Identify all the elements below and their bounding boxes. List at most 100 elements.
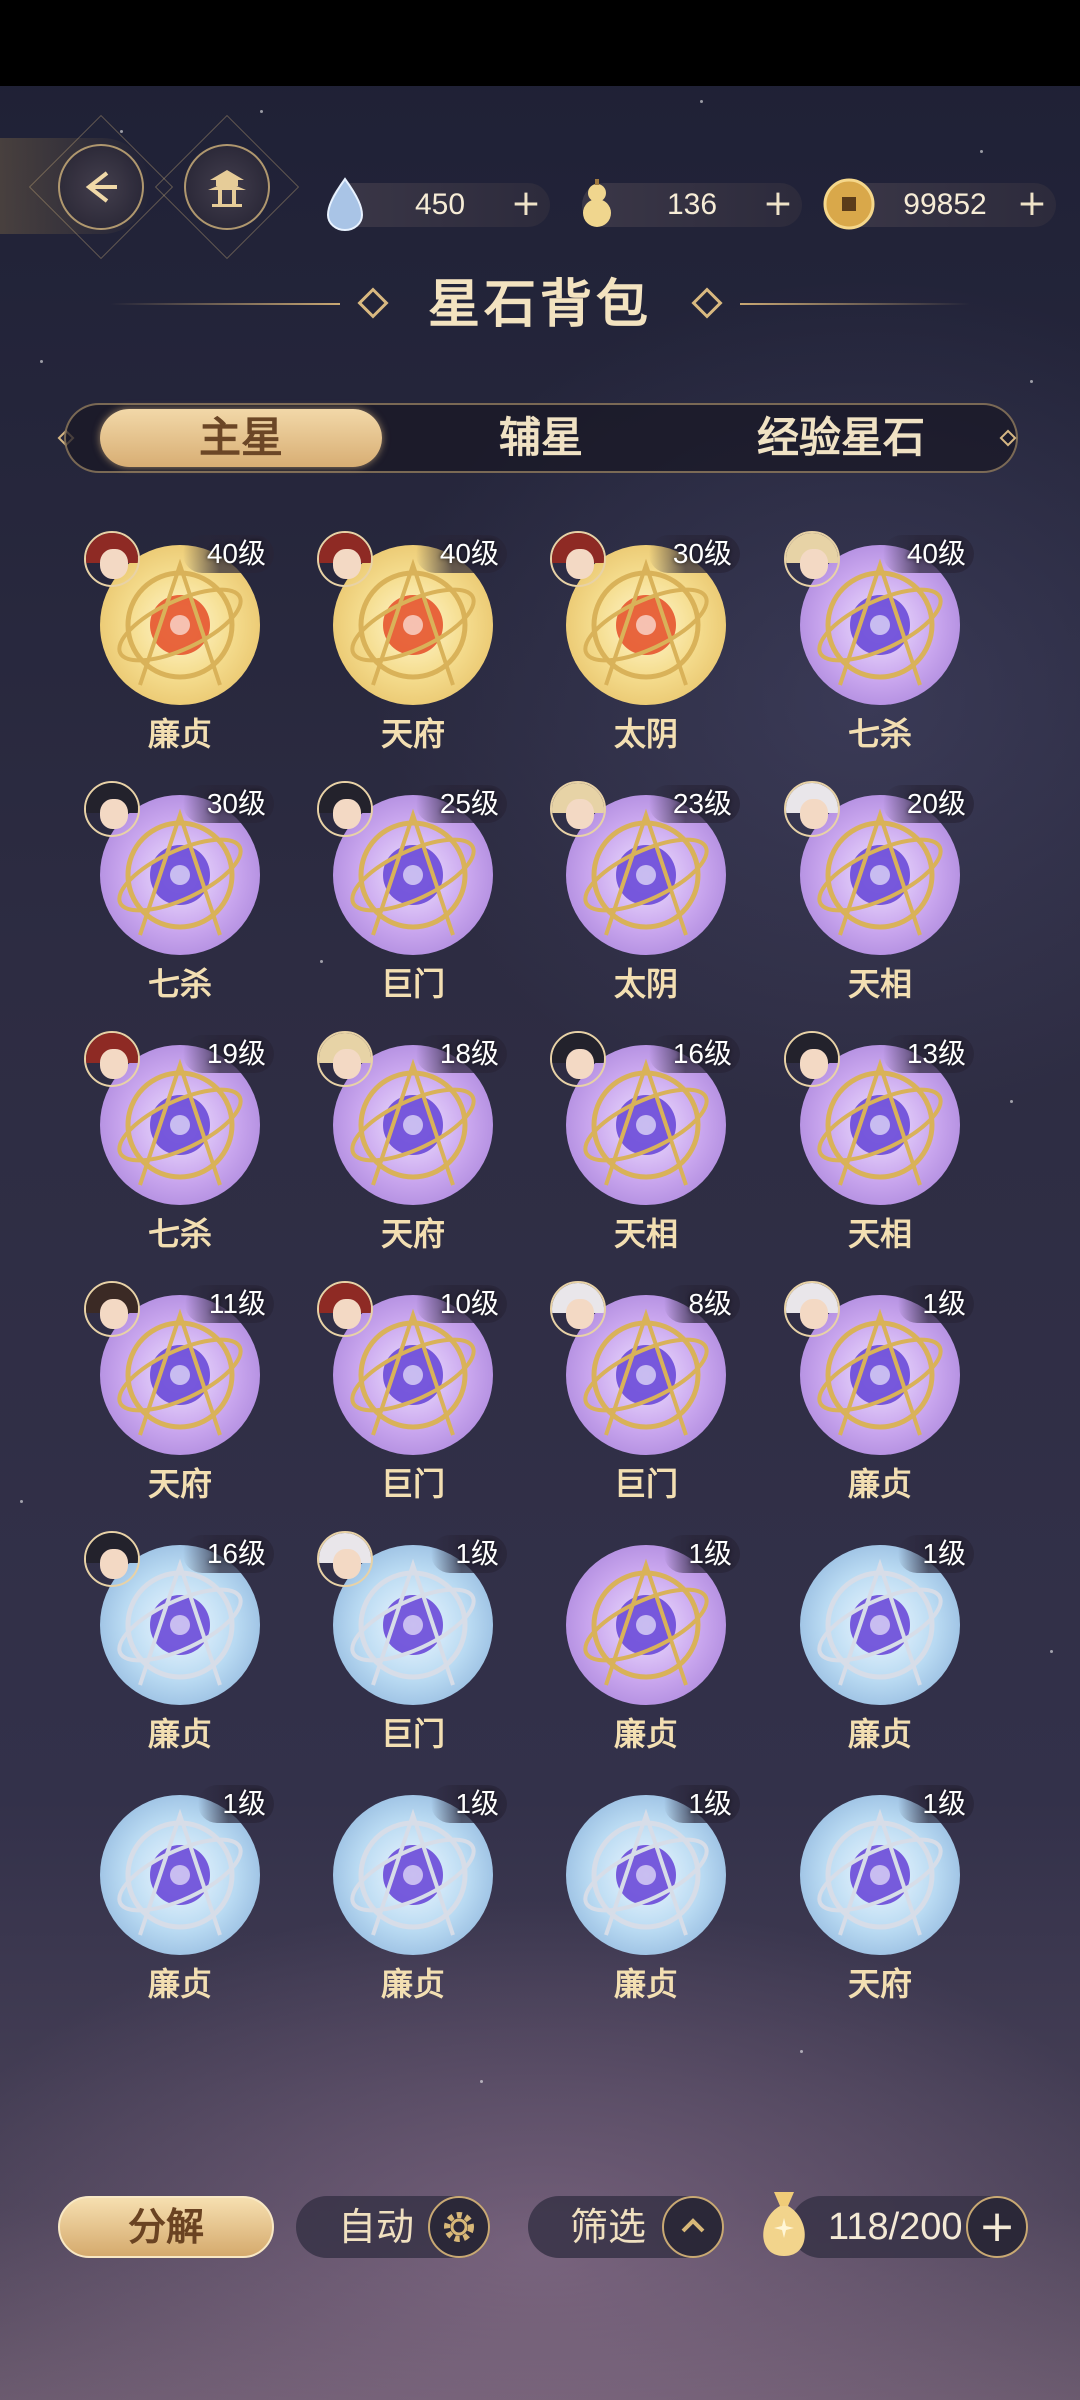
star-stone-item[interactable]: 30级七杀	[84, 781, 274, 1003]
tab-main-star[interactable]: 主星	[100, 409, 382, 467]
currency-value: 136	[666, 188, 718, 221]
equipped-character-avatar	[784, 531, 840, 587]
star-stone-item[interactable]: 40级 廉贞	[84, 531, 274, 753]
star-stone-item[interactable]: 1级 巨门	[317, 1531, 507, 1753]
star-stone-item[interactable]: 8级巨门	[550, 1281, 740, 1503]
currency-value: 450	[414, 188, 466, 221]
gear-icon	[444, 2212, 474, 2242]
star-stone-item[interactable]: 25级巨门	[317, 781, 507, 1003]
stone-level: 1级	[898, 1285, 974, 1323]
equipped-character-avatar	[550, 1031, 606, 1087]
star-stone-item[interactable]: 1级廉贞	[790, 1535, 974, 1753]
stone-level: 1级	[898, 1535, 974, 1573]
equipped-character-avatar	[84, 1281, 140, 1337]
stone-level: 18级	[415, 1035, 507, 1073]
stone-name: 太阴	[613, 965, 678, 1003]
stone-level: 30级	[182, 785, 274, 823]
stone-name: 七杀	[147, 1215, 212, 1253]
equipped-character-avatar	[317, 1281, 373, 1337]
add-currency-button[interactable]: +	[762, 186, 794, 222]
stone-name: 七杀	[847, 715, 912, 753]
tab-exp-stone[interactable]: 经验星石	[696, 409, 986, 467]
star-stone-item[interactable]: 18级天府	[317, 1031, 507, 1253]
back-arrow-icon	[85, 171, 117, 203]
star-stone-item[interactable]: 1级 廉贞	[784, 1281, 974, 1503]
stone-name: 廉贞	[847, 1715, 912, 1753]
star-stone-item[interactable]: 30级 太阴	[550, 531, 740, 753]
equipped-character-avatar	[784, 1031, 840, 1087]
tab-aux-star[interactable]: 辅星	[406, 409, 676, 467]
stone-level: 8级	[664, 1285, 740, 1323]
money-bag-icon	[763, 2192, 805, 2256]
stone-level: 1级	[431, 1535, 507, 1573]
stone-name: 天府	[147, 1465, 212, 1503]
title-divider-right	[740, 303, 970, 305]
star-stone-item[interactable]: 10级 巨门	[317, 1281, 507, 1503]
star-stone-item[interactable]: 13级 天相	[784, 1031, 974, 1253]
stone-level: 1级	[898, 1785, 974, 1823]
star-stone-item[interactable]: 16级 廉贞	[84, 1531, 274, 1753]
stone-level: 1级	[664, 1535, 740, 1573]
expand-bag-button[interactable]: +	[966, 2196, 1028, 2258]
star-stone-item[interactable]: 16级天相	[550, 1031, 740, 1253]
add-currency-button[interactable]: +	[1016, 186, 1048, 222]
stone-level: 30级	[648, 535, 740, 573]
stone-name: 廉贞	[380, 1965, 445, 2003]
stone-level: 11级	[184, 1285, 274, 1323]
stone-level: 16级	[648, 1035, 740, 1073]
stone-level: 19级	[182, 1035, 274, 1073]
droplet-gem-icon	[318, 177, 372, 231]
star-stone-item[interactable]: 1级 廉贞	[323, 1785, 507, 2003]
stone-name: 天相	[613, 1215, 678, 1253]
stone-name: 廉贞	[147, 1965, 212, 2003]
auto-settings-button[interactable]	[428, 2196, 490, 2258]
stone-name: 天府	[380, 1215, 445, 1253]
currency-gourd: 136 +	[582, 179, 802, 227]
star-stone-item[interactable]: 1级廉贞	[90, 1785, 274, 2003]
status-bar	[0, 0, 1080, 86]
auto-toggle[interactable]: 自动	[296, 2196, 490, 2258]
stone-level: 13级	[882, 1035, 974, 1073]
filter-toggle[interactable]: 筛选	[528, 2196, 724, 2258]
stone-level: 10级	[415, 1285, 507, 1323]
stone-name: 七杀	[147, 965, 212, 1003]
stone-level: 40级	[882, 535, 974, 573]
star-stone-item[interactable]: 11级天府	[84, 1281, 274, 1503]
star-stone-item[interactable]: 23级 太阴	[550, 781, 740, 1003]
star-stone-item[interactable]: 1级廉贞	[556, 1535, 740, 1753]
stone-level: 1级	[198, 1785, 274, 1823]
equipped-character-avatar	[784, 1281, 840, 1337]
tab-bar: 主星 辅星 经验星石	[64, 403, 1018, 473]
equipped-character-avatar	[317, 781, 373, 837]
stone-name: 巨门	[613, 1465, 678, 1503]
auto-label: 自动	[338, 2205, 415, 2249]
currency-droplet-gem: 450 +	[326, 177, 550, 231]
star-stone-item[interactable]: 20级 天相	[784, 781, 974, 1003]
filter-label: 筛选	[570, 2205, 647, 2249]
currency-value: 99852	[903, 188, 987, 221]
star-stone-item[interactable]: 1级 天府	[790, 1785, 974, 2003]
decompose-button[interactable]: 分解	[58, 2196, 274, 2258]
bag-count: 118/200	[828, 2206, 963, 2248]
home-button[interactable]	[184, 144, 270, 230]
stone-name: 廉贞	[613, 1965, 678, 2003]
equipped-character-avatar	[784, 781, 840, 837]
stone-name: 巨门	[380, 965, 445, 1003]
star-stone-item[interactable]: 19级七杀	[84, 1031, 274, 1253]
stone-name: 廉贞	[613, 1715, 678, 1753]
star-stone-item[interactable]: 1级 廉贞	[556, 1785, 740, 2003]
plus-icon: +	[978, 2201, 1016, 2252]
star-stone-item[interactable]: 40级 天府	[317, 531, 507, 753]
stone-name: 天府	[380, 715, 445, 753]
equipped-character-avatar	[550, 1281, 606, 1337]
equipped-character-avatar	[84, 1031, 140, 1087]
stone-level: 20级	[882, 785, 974, 823]
star-stone-item[interactable]: 40级七杀	[784, 531, 974, 753]
filter-expand-button[interactable]	[662, 2196, 724, 2258]
equipped-character-avatar	[317, 1531, 373, 1587]
back-button[interactable]	[58, 144, 144, 230]
equipped-character-avatar	[84, 781, 140, 837]
stone-name: 廉贞	[147, 1715, 212, 1753]
add-currency-button[interactable]: +	[510, 186, 542, 222]
stone-level: 25级	[415, 785, 507, 823]
